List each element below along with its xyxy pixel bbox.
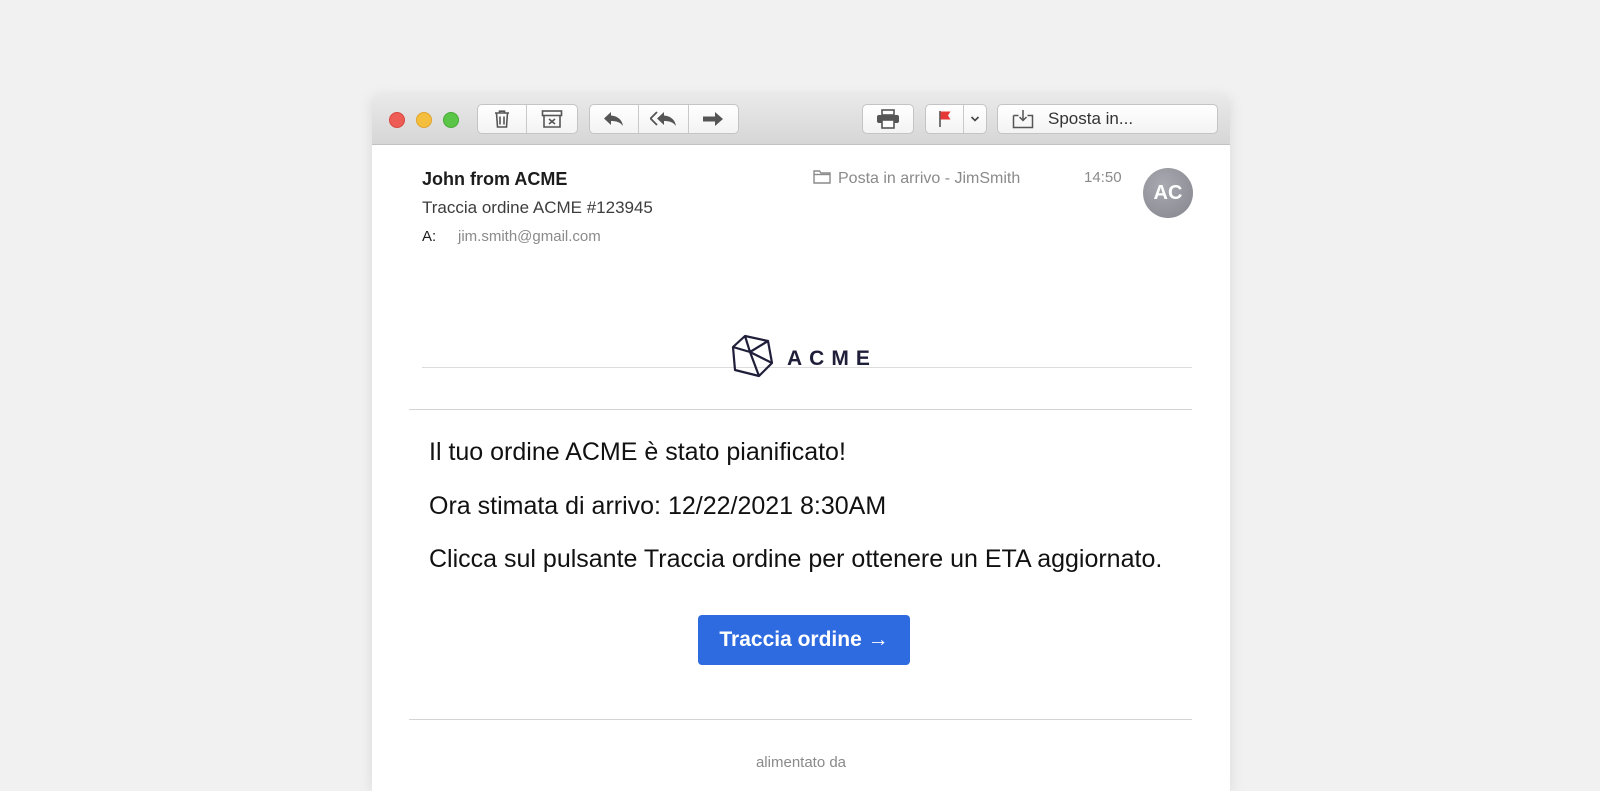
move-to-label: Sposta in...	[1048, 109, 1134, 128]
reply-icon	[603, 111, 625, 127]
message-time: 14:50	[1084, 169, 1122, 186]
flag-group	[925, 104, 987, 134]
move-to-button[interactable]: Sposta in...	[997, 104, 1218, 134]
recipient-label: A:	[422, 228, 437, 245]
print-button[interactable]	[863, 105, 913, 133]
reply-forward-group	[589, 104, 739, 134]
archive-button[interactable]	[527, 105, 577, 133]
message-subject: Traccia ordine ACME #123945	[422, 198, 653, 217]
zoom-window-button[interactable]	[443, 112, 459, 128]
close-window-button[interactable]	[389, 112, 405, 128]
archive-icon	[541, 109, 563, 129]
sender-name: John from ACME	[422, 169, 568, 189]
acme-wordmark: ACME	[787, 346, 877, 370]
print-icon	[876, 109, 900, 129]
move-to-icon	[1012, 109, 1034, 129]
flag-menu-button[interactable]	[964, 105, 986, 133]
eta-text: Ora stimata di arrivo: 12/22/2021 8:30AM	[429, 492, 887, 520]
flag-button[interactable]	[926, 105, 964, 133]
forward-button[interactable]	[689, 105, 738, 133]
delete-archive-group	[477, 104, 578, 134]
trash-icon	[493, 109, 511, 129]
reply-all-icon	[649, 111, 678, 127]
acme-cube-icon	[731, 333, 775, 384]
logo-divider	[409, 409, 1192, 410]
mailbox-label: Posta in arrivo - JimSmith	[838, 170, 1021, 187]
print-group	[862, 104, 914, 134]
mail-window: Sposta in... John from ACME Traccia ordi…	[372, 95, 1230, 791]
forward-icon	[702, 111, 724, 127]
footer-divider	[409, 719, 1192, 720]
order-scheduled-text: Il tuo ordine ACME è stato pianificato!	[429, 438, 846, 466]
toolbar: Sposta in...	[372, 95, 1230, 145]
folder-icon	[813, 169, 831, 189]
flag-icon	[938, 110, 952, 128]
reply-all-button[interactable]	[639, 105, 689, 133]
recipient-address[interactable]: jim.smith@gmail.com	[458, 228, 601, 245]
avatar: AC	[1143, 168, 1193, 218]
instructions-text: Clicca sul pulsante Traccia ordine per o…	[429, 545, 1163, 573]
powered-by-text: alimentato da	[755, 754, 847, 771]
acme-logo: ACME	[731, 333, 877, 384]
minimize-window-button[interactable]	[416, 112, 432, 128]
mailbox-indicator[interactable]: Posta in arrivo - JimSmith	[813, 169, 1020, 189]
chevron-down-icon	[970, 115, 980, 123]
track-order-button[interactable]: Traccia ordine →	[698, 615, 910, 665]
delete-button[interactable]	[478, 105, 528, 133]
reply-button[interactable]	[590, 105, 640, 133]
